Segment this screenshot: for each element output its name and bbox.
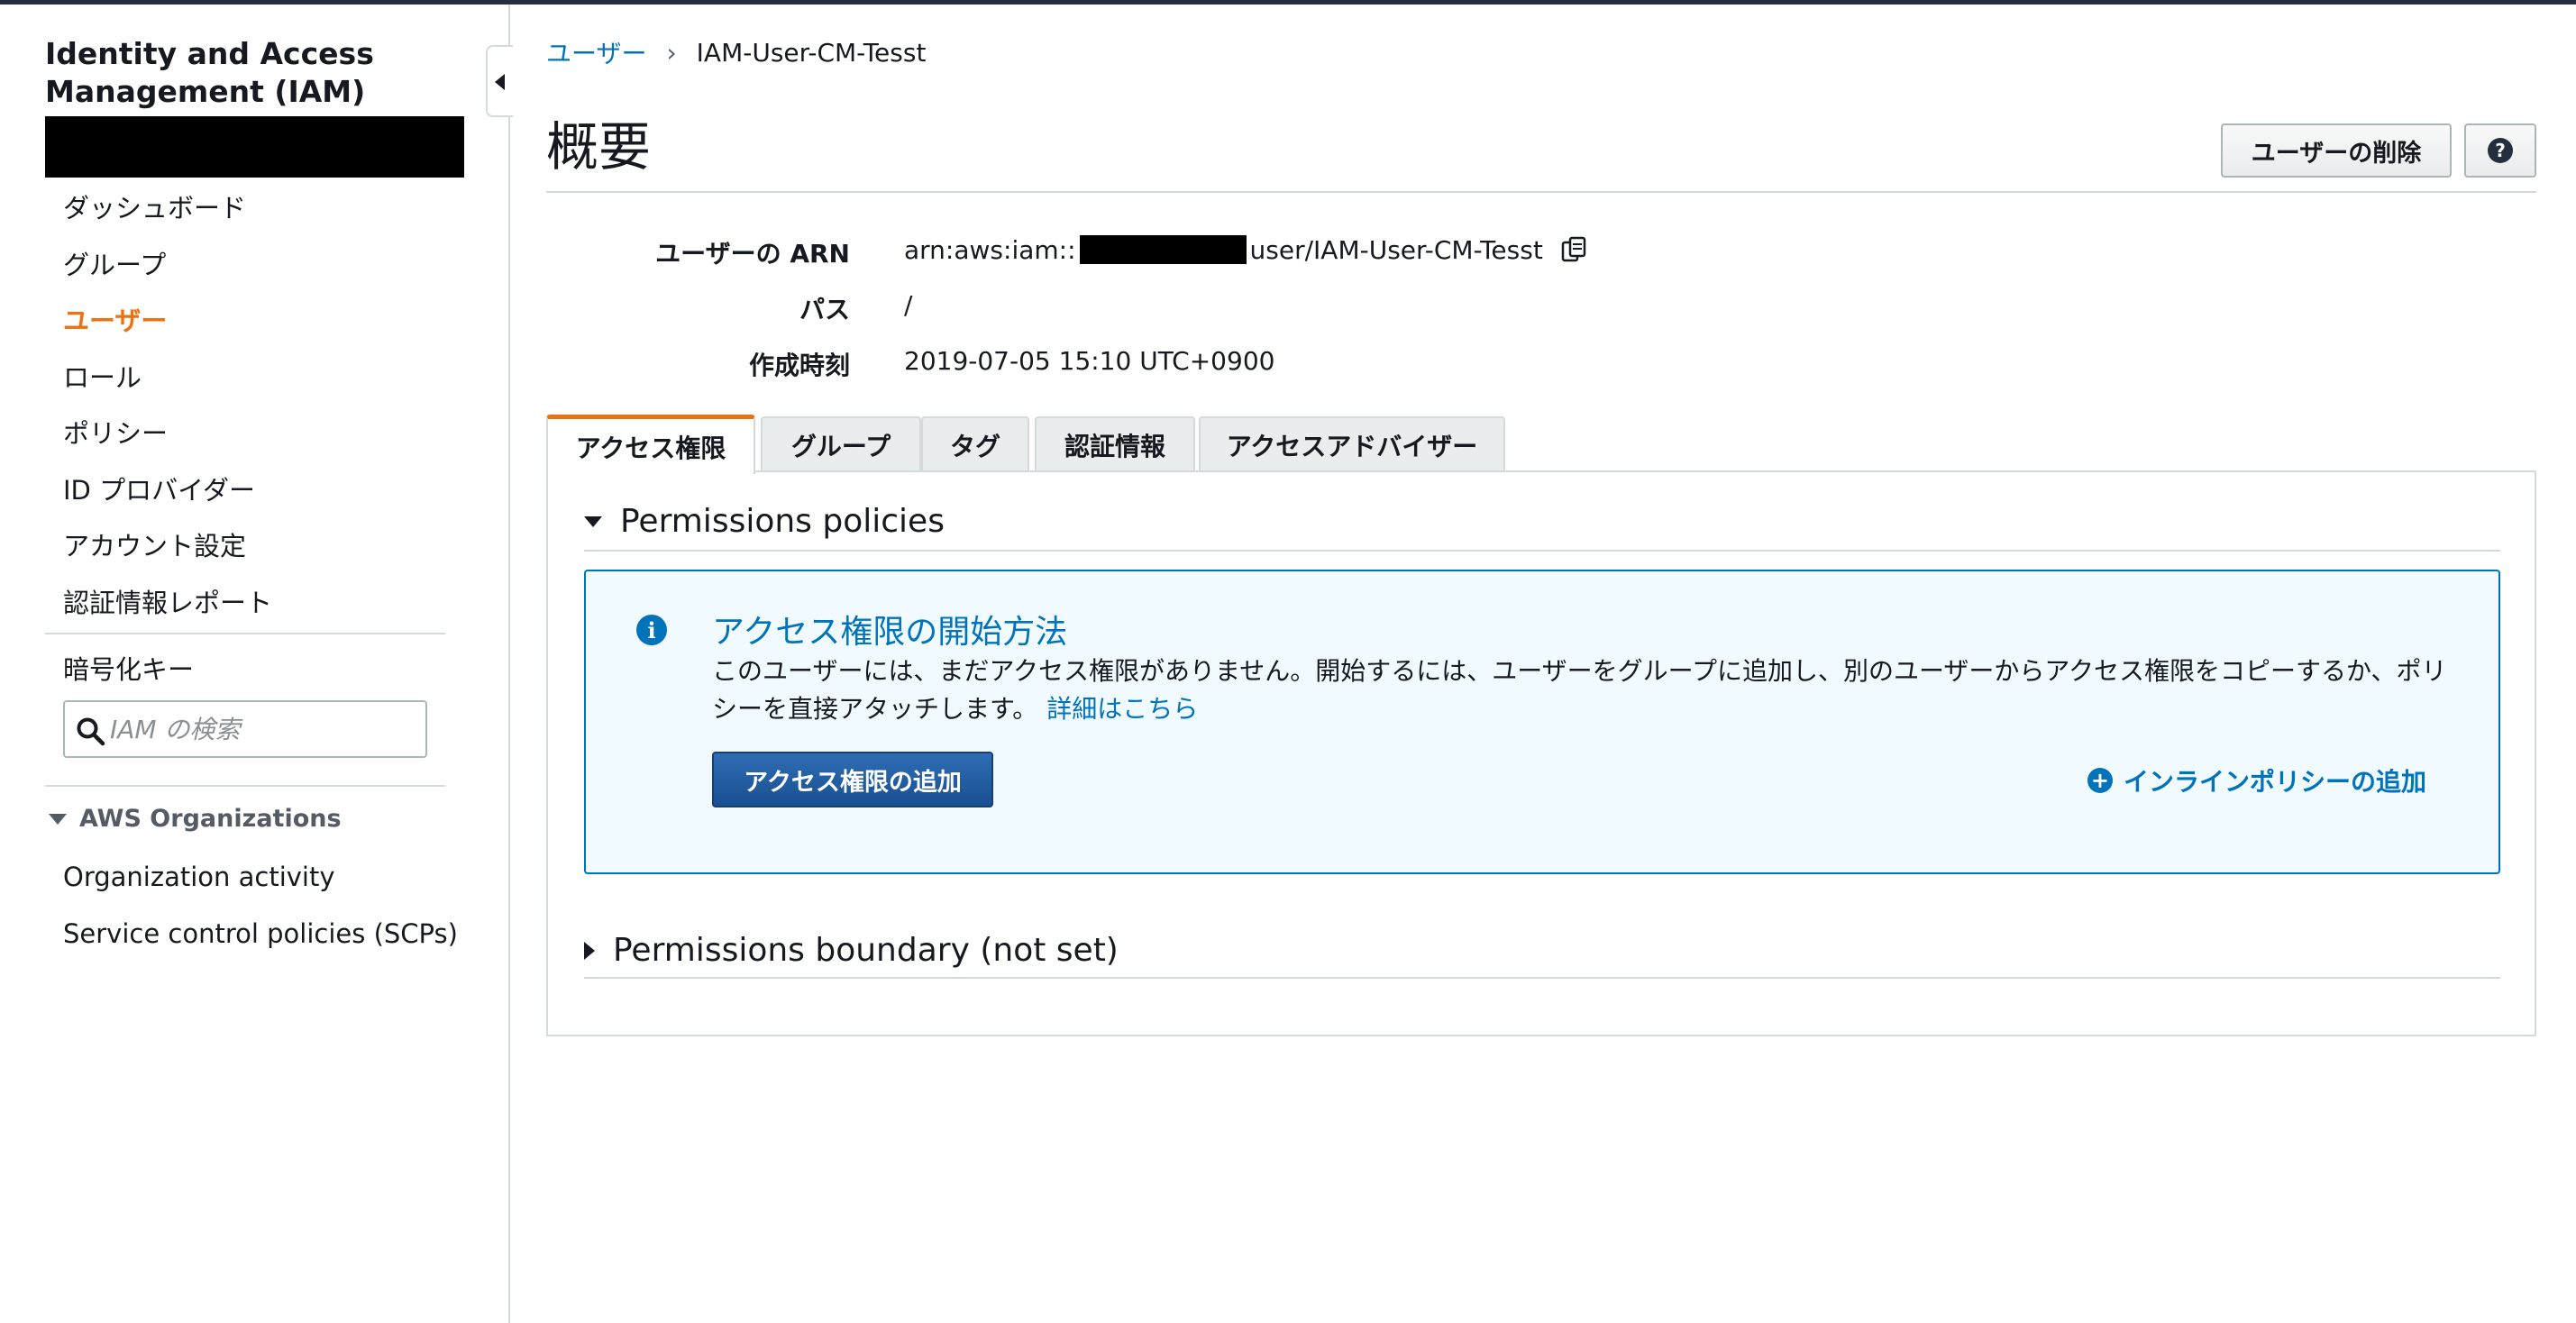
sidebar-item-roles[interactable]: ロール <box>63 357 142 395</box>
search-input[interactable] <box>110 709 416 749</box>
delete-user-button[interactable]: ユーザーの削除 <box>2221 123 2452 178</box>
sidebar: Identity and Access Management (IAM) ダッシ… <box>0 5 510 1323</box>
section-divider <box>584 550 2500 552</box>
aws-organizations-toggle[interactable]: AWS Organizations <box>49 805 342 833</box>
breadcrumb: ユーザー › IAM-User-CM-Tesst <box>546 34 926 70</box>
info-title: アクセス権限の開始方法 <box>712 614 1068 651</box>
info-icon: i <box>636 615 667 645</box>
tab-tags[interactable]: タグ <box>921 416 1029 472</box>
redacted-account-id <box>1079 235 1247 264</box>
sidebar-item-organization-activity[interactable]: Organization activity <box>63 862 335 892</box>
permissions-boundary-heading: Permissions boundary (not set) <box>613 932 1119 969</box>
info-description: このユーザーには、まだアクセス権限がありません。開始するには、ユーザーをグループ… <box>712 656 2447 724</box>
tab-security-credentials[interactable]: 認証情報 <box>1035 416 1195 472</box>
iam-search-box[interactable] <box>63 700 427 758</box>
get-started-info-box: i アクセス権限の開始方法 このユーザーには、まだアクセス権限がありません。開始… <box>584 570 2500 874</box>
app-title: Identity and Access Management (IAM) <box>45 36 374 109</box>
info-text: このユーザーには、まだアクセス権限がありません。開始するには、ユーザーをグループ… <box>712 652 2452 728</box>
sidebar-item-users[interactable]: ユーザー <box>63 300 167 338</box>
caret-down-icon <box>49 813 67 825</box>
tab-access-advisor[interactable]: アクセスアドバイザー <box>1199 416 1505 472</box>
breadcrumb-chevron-icon: › <box>666 37 677 68</box>
search-icon <box>77 717 105 746</box>
sidebar-divider <box>45 633 445 634</box>
path-value: / <box>904 290 913 320</box>
page-title: 概要 <box>546 116 652 178</box>
sidebar-item-groups[interactable]: グループ <box>63 244 166 282</box>
tab-permissions[interactable]: アクセス権限 <box>546 415 755 474</box>
path-label: パス <box>799 295 850 324</box>
sidebar-collapse-button[interactable] <box>486 45 513 117</box>
help-button[interactable]: ? <box>2464 123 2536 178</box>
breadcrumb-users-link[interactable]: ユーザー <box>546 34 646 70</box>
permissions-boundary-toggle[interactable]: Permissions boundary (not set) <box>584 932 1119 969</box>
aws-organizations-heading: AWS Organizations <box>79 805 342 833</box>
redacted-account-info <box>45 116 464 178</box>
sidebar-item-service-control-policies[interactable]: Service control policies (SCPs) <box>63 918 458 949</box>
add-inline-policy-link[interactable]: + インラインポリシーの追加 <box>2087 762 2426 798</box>
arn-label: ユーザーの ARN <box>655 239 850 269</box>
permissions-tab-panel: Permissions policies i アクセス権限の開始方法 このユーザ… <box>546 470 2536 1036</box>
title-divider <box>546 191 2536 193</box>
sidebar-item-credential-report[interactable]: 認証情報レポート <box>63 582 272 620</box>
created-label: 作成時刻 <box>748 351 850 380</box>
plus-circle-icon: + <box>2087 768 2113 793</box>
arn-prefix: arn:aws:iam:: <box>904 234 1076 265</box>
sidebar-divider <box>45 785 445 787</box>
permissions-policies-toggle[interactable]: Permissions policies <box>584 503 945 540</box>
add-inline-policy-label: インラインポリシーの追加 <box>2123 767 2426 797</box>
sidebar-item-identity-providers[interactable]: ID プロバイダー <box>63 470 255 507</box>
arn-value: arn:aws:iam:: user/IAM-User-CM-Tesst <box>904 234 1590 265</box>
tab-groups[interactable]: グループ <box>761 416 921 472</box>
created-value: 2019-07-05 15:10 UTC+0900 <box>904 346 1275 376</box>
sidebar-item-dashboard[interactable]: ダッシュボード <box>63 187 246 225</box>
collapse-arrow-icon <box>495 74 505 90</box>
breadcrumb-current: IAM-User-CM-Tesst <box>696 37 927 68</box>
sidebar-item-policies[interactable]: ポリシー <box>63 413 168 451</box>
sidebar-item-account-settings[interactable]: アカウント設定 <box>63 525 246 563</box>
help-icon: ? <box>2488 138 2513 163</box>
copy-icon[interactable] <box>1559 234 1590 265</box>
learn-more-link[interactable]: 詳細はこちら <box>1046 694 1198 724</box>
sidebar-item-encryption-keys[interactable]: 暗号化キー <box>63 649 194 687</box>
caret-down-icon <box>584 516 602 527</box>
permissions-policies-heading: Permissions policies <box>620 503 945 540</box>
add-permissions-button[interactable]: アクセス権限の追加 <box>712 752 993 807</box>
arn-suffix: user/IAM-User-CM-Tesst <box>1249 234 1543 265</box>
section-divider <box>584 977 2500 979</box>
caret-right-icon <box>584 941 595 960</box>
